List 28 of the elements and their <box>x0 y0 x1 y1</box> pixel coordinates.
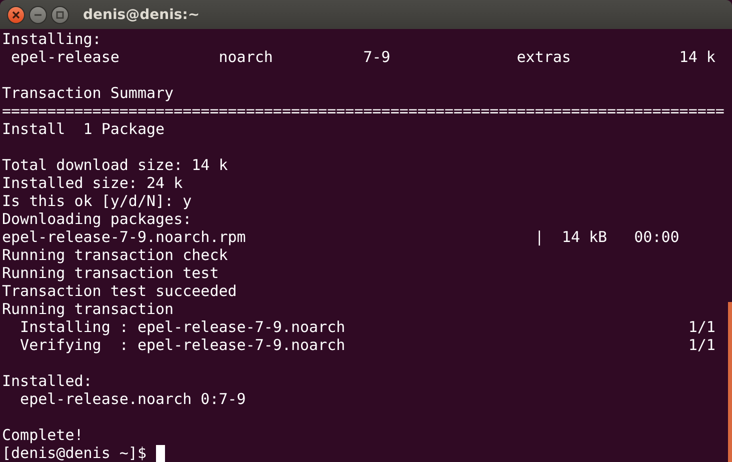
text-cursor <box>156 444 164 462</box>
shell-prompt: [denis@denis ~]$ <box>2 444 146 462</box>
terminal-line: Transaction test succeeded <box>2 282 238 300</box>
maximize-button[interactable] <box>51 6 69 24</box>
terminal-line: Complete! <box>2 426 84 444</box>
terminal-line: Transaction Summary <box>2 84 175 102</box>
terminal-line: ================================================================================ <box>2 102 726 120</box>
terminal-line: Is this ok [y/d/N]: y <box>2 192 193 210</box>
terminal-line: Running transaction <box>2 300 175 318</box>
scrollbar[interactable] <box>728 302 732 462</box>
terminal-line: Installing: <box>2 30 102 48</box>
terminal-line: Installed: <box>2 372 94 390</box>
maximize-icon <box>55 10 65 20</box>
terminal-line: Install 1 Package <box>2 120 166 138</box>
terminal-line: Installing : epel-release-7-9.noarch 1/1 <box>19 318 716 336</box>
terminal-line: Running transaction check <box>2 246 229 264</box>
minimize-button[interactable] <box>29 6 47 24</box>
terminal-line: epel-release noarch 7-9 extras 14 k <box>10 48 716 66</box>
close-icon <box>11 10 21 20</box>
terminal-line: epel-release.noarch 0:7-9 <box>19 390 247 408</box>
terminal-line: Downloading packages: <box>2 210 193 228</box>
terminal-line: Total download size: 14 k <box>2 156 229 174</box>
terminal-line: epel-release-7-9.noarch.rpm | 14 kB 00:00 <box>2 228 680 246</box>
terminal-line: Verifying : epel-release-7-9.noarch 1/1 <box>19 336 716 354</box>
terminal-line: Running transaction test <box>2 264 220 282</box>
window-title: denis@denis:~ <box>83 6 200 22</box>
terminal-line: Installed size: 24 k <box>2 174 184 192</box>
close-button[interactable] <box>7 6 25 24</box>
